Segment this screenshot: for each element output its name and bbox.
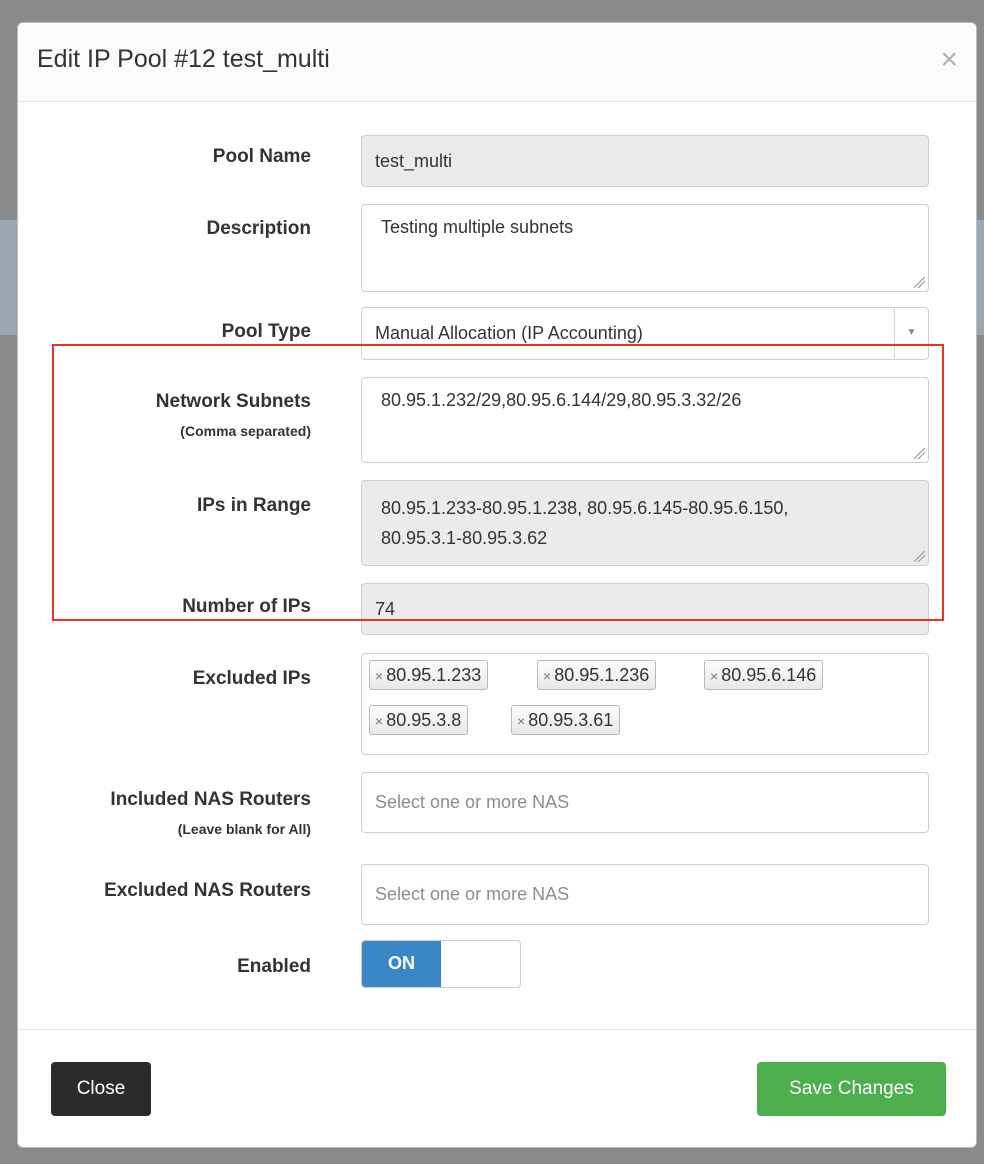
chevron-down-icon[interactable]: ▼ [894,308,928,359]
close-button[interactable]: Close [51,1062,151,1116]
excluded-nas-placeholder: Select one or more NAS [375,884,570,904]
description-textarea[interactable]: Testing multiple subnets [361,204,929,292]
excluded-ip-tag: × 80.95.1.233 [369,660,489,690]
modal-title: Edit IP Pool #12 test_multi [37,45,330,73]
description-label: Description [206,218,311,239]
pool-name-field[interactable]: test_multi [361,135,929,187]
excluded-ips-tag-input[interactable]: × 80.95.1.233 × 80.95.1.236 × 80.95.6.146 ×… [361,653,929,755]
excluded-ip-tag-label: 80.95.3.61 [528,710,614,730]
enabled-toggle[interactable]: ON [361,940,521,988]
network-subnets-label-text: Network Subnets [155,391,311,412]
network-subnets-hint: (Comma separated) [180,423,311,439]
close-icon[interactable]: × [940,45,958,75]
excluded-ip-tag-label: 80.95.1.236 [554,665,650,685]
resize-grip-icon[interactable] [914,448,925,459]
excluded-ip-tag-label: 80.95.3.8 [386,710,462,730]
background-panel-right [977,220,984,335]
footer-divider [18,1029,976,1030]
pool-name-value: test_multi [375,151,453,171]
number-of-ips-label: Number of IPs [182,596,311,617]
ips-in-range-label: IPs in Range [196,495,311,516]
network-subnets-textarea[interactable]: 80.95.1.232/29,80.95.6.144/29,80.95.3.32… [361,377,929,463]
remove-tag-icon[interactable]: × [375,668,383,684]
pool-type-label: Pool Type [221,321,311,342]
number-of-ips-value: 74 [375,599,396,619]
included-nas-hint: (Leave blank for All) [177,821,311,837]
pool-type-select[interactable]: Manual Allocation (IP Accounting) ▼ [361,307,929,360]
excluded-ip-tag-label: 80.95.6.146 [721,665,817,685]
edit-ip-pool-modal: Edit IP Pool #12 test_multi × Pool Name … [17,22,977,1148]
excluded-ip-tag: × 80.95.3.8 [369,705,469,735]
pool-name-label: Pool Name [212,146,311,167]
included-nas-label-text: Included NAS Routers [110,789,311,810]
network-subnets-value: 80.95.1.232/29,80.95.6.144/29,80.95.3.32… [381,390,742,410]
excluded-ip-tag-label: 80.95.1.233 [386,665,482,685]
excluded-ip-tag: × 80.95.6.146 [704,660,824,690]
remove-tag-icon[interactable]: × [543,668,551,684]
enabled-label: Enabled [237,956,311,977]
modal-header: Edit IP Pool #12 test_multi × [18,23,976,102]
excluded-nas-label: Excluded NAS Routers [104,880,311,901]
remove-tag-icon[interactable]: × [710,668,718,684]
description-value: Testing multiple subnets [381,217,574,237]
excluded-ip-tag: × 80.95.1.236 [537,660,657,690]
remove-tag-icon[interactable]: × [517,713,525,729]
toggle-on-state: ON [362,941,441,987]
remove-tag-icon[interactable]: × [375,713,383,729]
included-nas-label: Included NAS Routers (Leave blank for Al… [18,789,311,837]
number-of-ips-field[interactable]: 74 [361,583,929,635]
ips-in-range-line-2: 80.95.3.1-80.95.3.62 [381,528,548,548]
ips-in-range-line-1: 80.95.1.233-80.95.1.238, 80.95.6.145-80.… [381,498,789,518]
background-panel-left [0,220,17,335]
ips-in-range-textarea[interactable]: 80.95.1.233-80.95.1.238, 80.95.6.145-80.… [361,480,929,566]
excluded-ip-tag: × 80.95.3.61 [511,705,621,735]
included-nas-placeholder: Select one or more NAS [375,792,570,812]
included-nas-select[interactable]: Select one or more NAS [361,772,929,833]
excluded-ips-label: Excluded IPs [192,668,311,689]
save-changes-button[interactable]: Save Changes [757,1062,946,1116]
network-subnets-label: Network Subnets (Comma separated) [18,391,311,439]
resize-grip-icon[interactable] [914,551,925,562]
resize-grip-icon[interactable] [914,277,925,288]
pool-type-value: Manual Allocation (IP Accounting) [375,323,643,343]
excluded-nas-select[interactable]: Select one or more NAS [361,864,929,925]
